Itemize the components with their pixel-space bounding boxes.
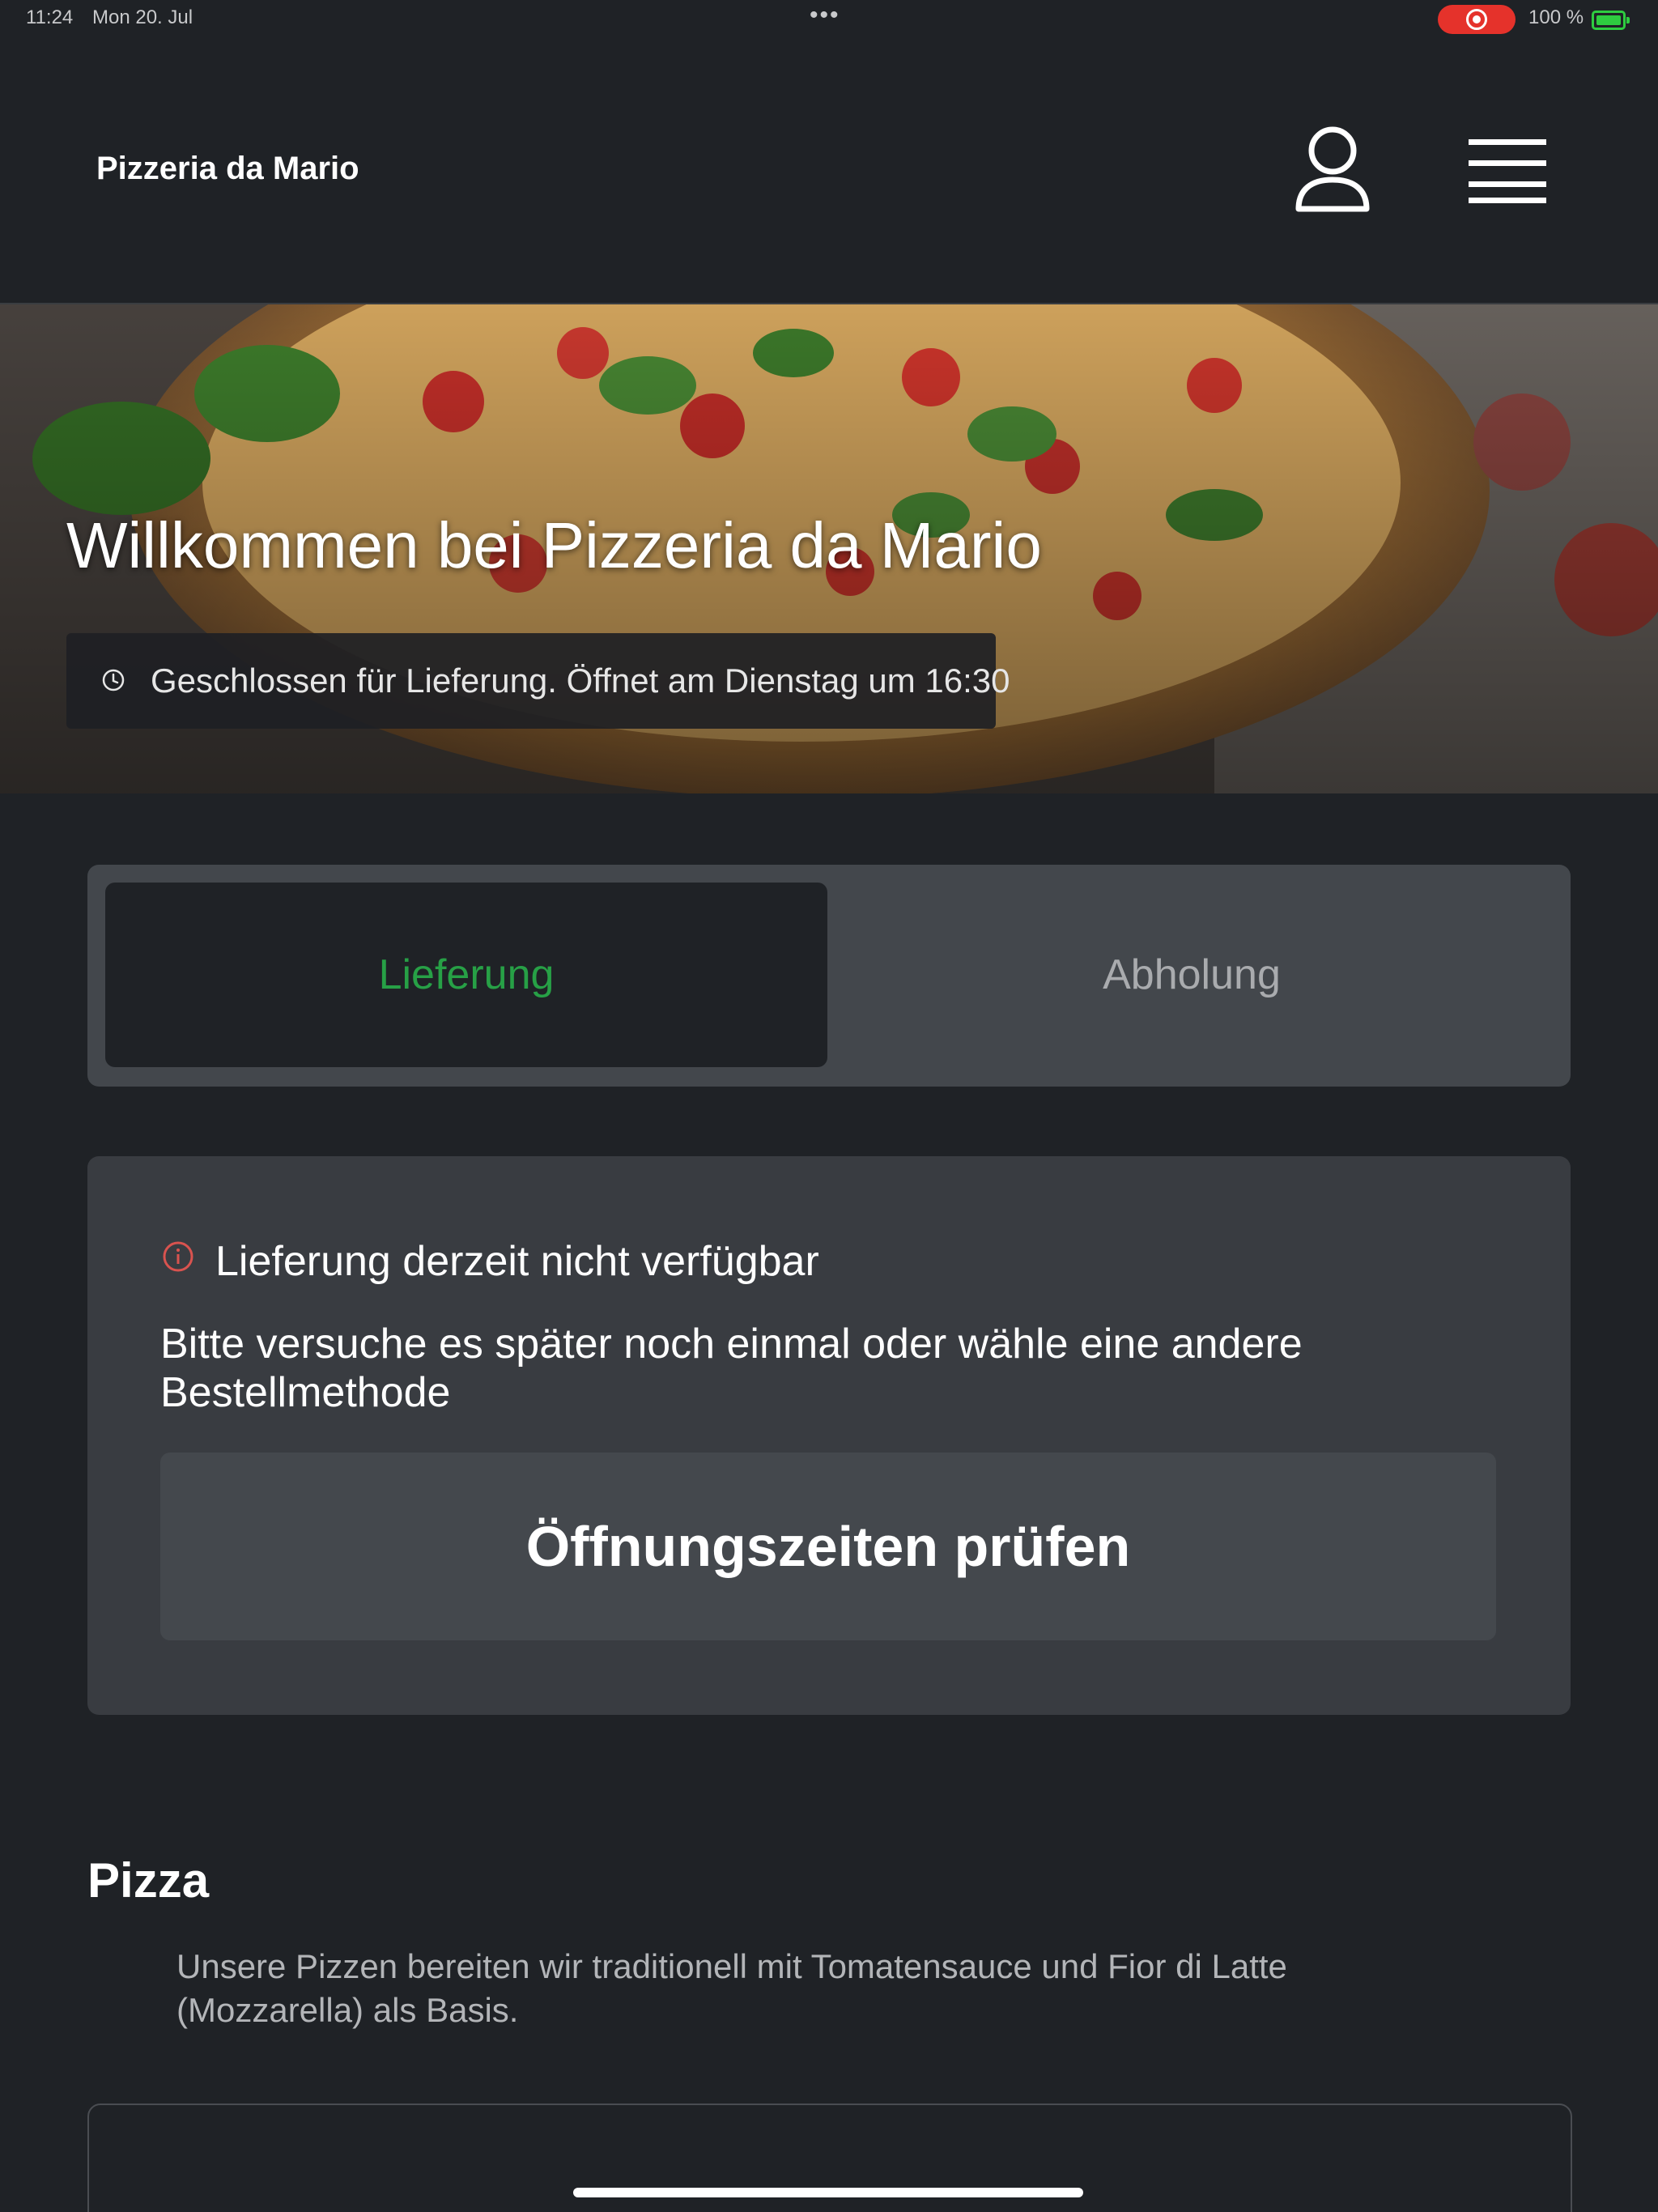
- hero-banner: Willkommen bei Pizzeria da Mario Geschlo…: [0, 304, 1658, 793]
- delivery-unavailable-card: Lieferung derzeit nicht verfügbar Bitte …: [87, 1156, 1571, 1715]
- profile-button[interactable]: [1292, 125, 1373, 214]
- app-screen: 11:24 Mon 20. Jul ••• 100 % Pizzeria da …: [0, 0, 1658, 2212]
- category-description: Unsere Pizzen bereiten wir traditionell …: [176, 1947, 1287, 2029]
- app-header: Pizzeria da Mario: [0, 39, 1658, 304]
- status-date: Mon 20. Jul: [92, 6, 193, 28]
- status-time: 11:24: [26, 6, 74, 28]
- opening-status-banner: Geschlossen für Lieferung. Öffnet am Die…: [66, 633, 1010, 729]
- opening-status-text: Geschlossen für Lieferung. Öffnet am Die…: [151, 661, 1010, 700]
- tab-pickup[interactable]: Abholung: [831, 883, 1553, 1067]
- menu-button[interactable]: [1462, 133, 1553, 206]
- screen-recording-indicator[interactable]: [1438, 5, 1516, 34]
- record-icon: [1466, 9, 1487, 30]
- multitasking-dots[interactable]: •••: [810, 2, 840, 29]
- info-icon: [163, 1241, 193, 1272]
- clock-icon: [102, 669, 125, 691]
- notice-title: Lieferung derzeit nicht verfügbar: [215, 1238, 819, 1285]
- restaurant-name[interactable]: Pizzeria da Mario: [96, 151, 359, 187]
- home-indicator[interactable]: [573, 2188, 1083, 2197]
- status-bar: 11:24 Mon 20. Jul ••• 100 %: [0, 0, 1658, 39]
- category-title: Pizza: [87, 1853, 210, 1908]
- welcome-heading: Willkommen bei Pizzeria da Mario: [66, 509, 1042, 581]
- hamburger-menu-icon: [1469, 139, 1546, 203]
- tab-delivery[interactable]: Lieferung: [105, 883, 827, 1067]
- check-opening-hours-button[interactable]: Öffnungszeiten prüfen: [160, 1453, 1496, 1640]
- battery-percentage: 100 %: [1528, 6, 1584, 28]
- notice-text: Bitte versuche es später noch einmal ode…: [160, 1321, 1303, 1416]
- user-icon: [1295, 126, 1370, 212]
- battery-icon: [1592, 11, 1630, 30]
- order-method-switch: Lieferung Abholung: [87, 865, 1571, 1087]
